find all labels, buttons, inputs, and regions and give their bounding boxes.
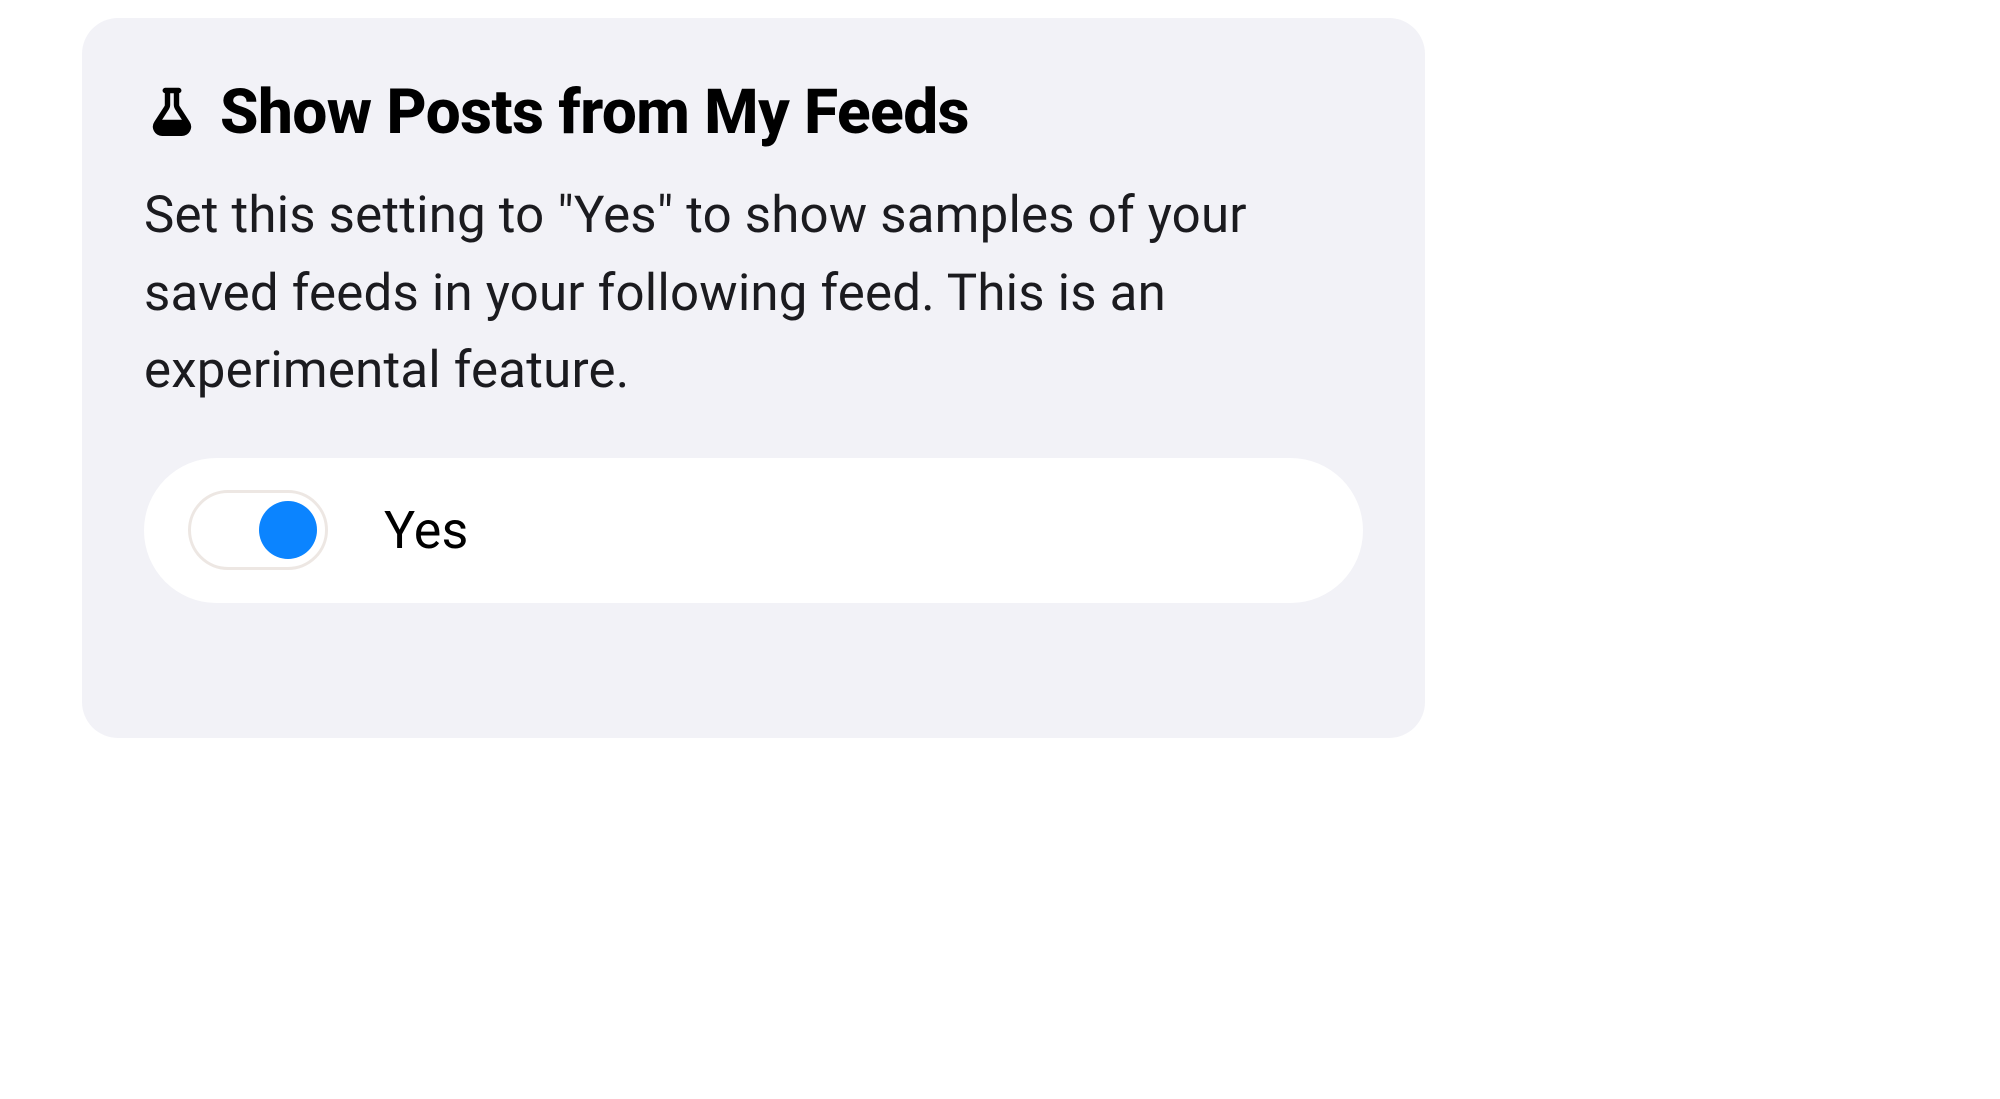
option-yes[interactable]: Yes <box>144 458 1363 603</box>
toggle-knob <box>259 501 317 559</box>
setting-title-row: Show Posts from My Feeds <box>144 80 1363 145</box>
setting-description: Set this setting to "Yes" to show sample… <box>144 177 1363 410</box>
option-label: Yes <box>384 500 469 561</box>
setting-card: Show Posts from My Feeds Set this settin… <box>82 18 1425 738</box>
setting-title: Show Posts from My Feeds <box>220 80 969 145</box>
flask-icon <box>144 85 200 141</box>
toggle-switch[interactable] <box>188 490 328 570</box>
